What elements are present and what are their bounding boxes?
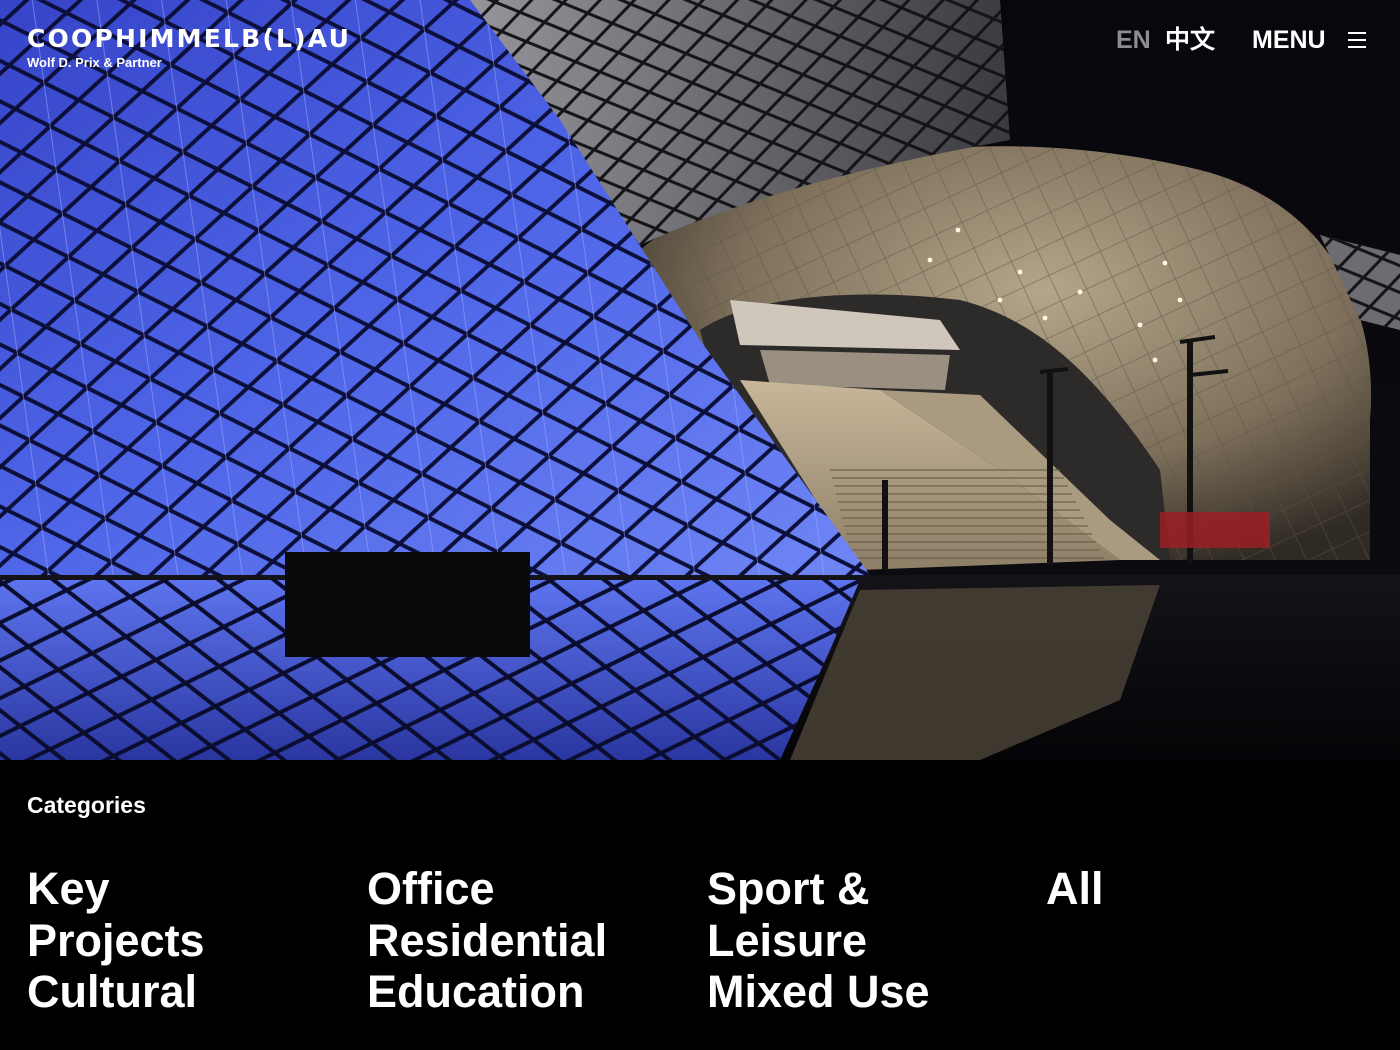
category-column-1: Key Projects Cultural [27,863,347,1018]
menu-button[interactable]: MENU [1252,25,1366,55]
category-all[interactable]: All [1046,863,1366,915]
categories-heading: Categories [27,792,146,818]
category-mixed-use[interactable]: Mixed Use [707,966,1027,1018]
hero-image [0,0,1400,760]
category-key-projects[interactable]: Key Projects [27,863,347,966]
category-office[interactable]: Office [367,863,687,915]
category-column-2: Office Residential Education [367,863,687,1018]
page: COOPHIMMELB(L)AU Wolf D. Prix & Partner … [0,0,1400,1050]
category-column-3: Sport & Leisure Mixed Use [707,863,1027,1018]
site-header: COOPHIMMELB(L)AU Wolf D. Prix & Partner … [0,0,1400,90]
logo[interactable]: COOPHIMMELB(L)AU Wolf D. Prix & Partner [27,24,351,70]
hamburger-icon [1347,32,1366,48]
category-sport-leisure[interactable]: Sport & Leisure [707,863,1027,966]
categories-section: Categories Key Projects Cultural Office … [0,760,1400,1050]
logo-subtitle: Wolf D. Prix & Partner [27,55,162,70]
category-education[interactable]: Education [367,966,687,1018]
category-column-4: All [1046,863,1366,915]
category-cultural[interactable]: Cultural [27,966,347,1018]
language-en-link[interactable]: EN [1116,25,1151,55]
category-residential[interactable]: Residential [367,915,687,967]
menu-label: MENU [1252,26,1326,54]
language-zh-link[interactable]: 中文 [1165,25,1215,55]
logo-wordmark: COOPHIMMELB(L)AU [27,24,352,53]
